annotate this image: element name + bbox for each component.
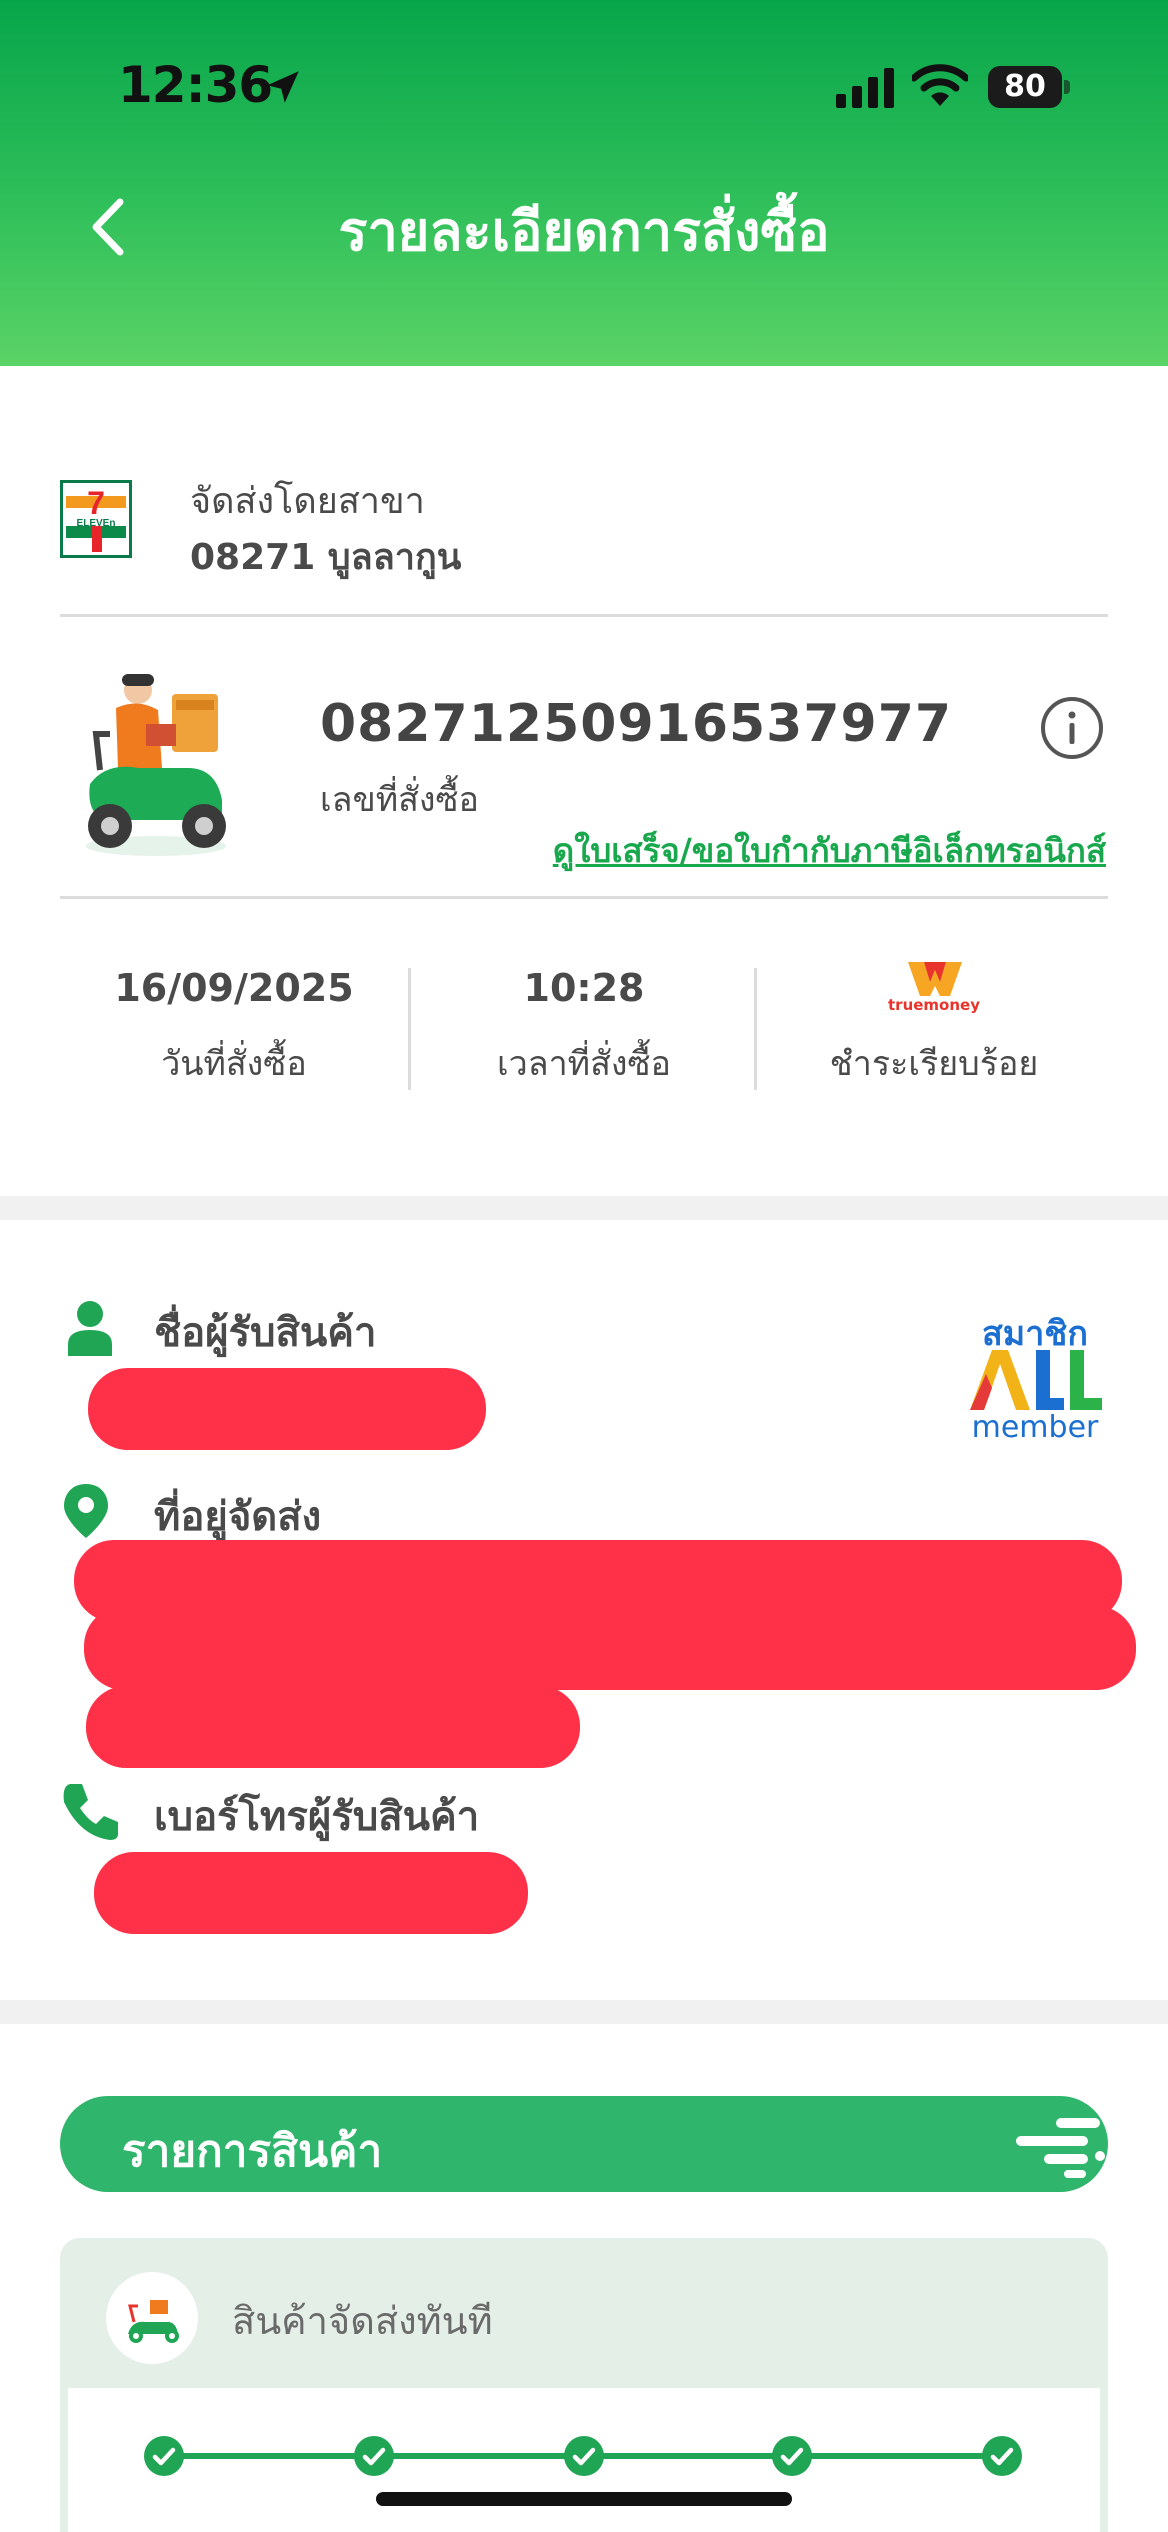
section-separator [0, 2000, 1168, 2024]
all-member-bottom: member [971, 1410, 1099, 1445]
delivery-scooter-illustration [86, 674, 226, 856]
all-member-badge: สมาชิก member [960, 1306, 1110, 1446]
order-date-value: 16/09/2025 [114, 966, 354, 1010]
tracking-step-check-icon [772, 2436, 812, 2476]
recipient-name-redacted [88, 1368, 486, 1450]
divider [754, 968, 757, 1090]
recipient-name-label: ชื่อผู้รับสินค้า [154, 1310, 377, 1356]
address-redacted [86, 1686, 580, 1768]
status-time: 12:36 [118, 56, 273, 114]
svg-text:7: 7 [87, 485, 105, 521]
location-arrow-icon [267, 71, 299, 103]
tracking-step-check-icon [354, 2436, 394, 2476]
all-member-logo [970, 1350, 1102, 1410]
order-date-label: วันที่สั่งซื้อ [161, 1044, 307, 1084]
scooter-icon [128, 2300, 179, 2343]
wifi-icon [912, 64, 968, 106]
payment-status-label: ชำระเรียบร้อย [829, 1044, 1039, 1084]
recipient-phone-redacted [94, 1852, 528, 1934]
person-icon [68, 1301, 112, 1356]
location-pin-icon [64, 1484, 108, 1538]
divider [408, 968, 411, 1090]
recipient-phone-label: เบอร์โทรผู้รับสินค้า [154, 1794, 480, 1840]
app-header [0, 0, 1168, 366]
battery-level: 80 [1004, 69, 1046, 104]
delivery-type-label: สินค้าจัดส่งทันที [232, 2299, 493, 2343]
truemoney-text: truemoney [888, 996, 980, 1014]
branch-name: 08271 บูลลากูน [190, 537, 462, 578]
page-title: รายละเอียดการสั่งซื้อ [338, 200, 830, 263]
order-time-value: 10:28 [523, 966, 645, 1010]
cellular-signal-icon [836, 68, 894, 108]
battery-indicator: 80 [988, 66, 1070, 108]
order-number: 08271250916537977 [320, 694, 953, 754]
tracking-step-check-icon [564, 2436, 604, 2476]
tracking-step-check-icon [982, 2436, 1022, 2476]
divider [60, 614, 1108, 617]
order-time: 10:28 เวลาที่สั่งซื้อ [414, 966, 754, 1090]
tracking-step-check-icon [144, 2436, 184, 2476]
address-label: ที่อยู่จัดส่ง [154, 1494, 322, 1540]
divider [60, 896, 1108, 899]
section-separator [0, 1196, 1168, 1220]
seven-eleven-logo: 7 ELEVEn [60, 480, 132, 558]
info-icon[interactable] [1040, 696, 1104, 760]
speed-lines-icon [1016, 2118, 1105, 2178]
order-number-label: เลขที่สั่งซื้อ [320, 780, 479, 820]
address-redacted [84, 1606, 1136, 1690]
order-date: 16/09/2025 วันที่สั่งซื้อ [64, 966, 404, 1090]
products-section-title: รายการสินค้า [122, 2126, 383, 2177]
receipt-link[interactable]: ดูใบเสร็จ/ขอใบกำกับภาษีอิเล็กทรอนิกส์ [553, 824, 1106, 877]
home-indicator [376, 2492, 792, 2506]
branch-label: จัดส่งโดยสาขา [190, 481, 425, 522]
delivery-scooter-icon-wrap [106, 2272, 198, 2364]
truemoney-logo: truemoney [886, 962, 982, 1018]
order-time-label: เวลาที่สั่งซื้อ [497, 1044, 671, 1084]
phone-icon [63, 1784, 118, 1840]
